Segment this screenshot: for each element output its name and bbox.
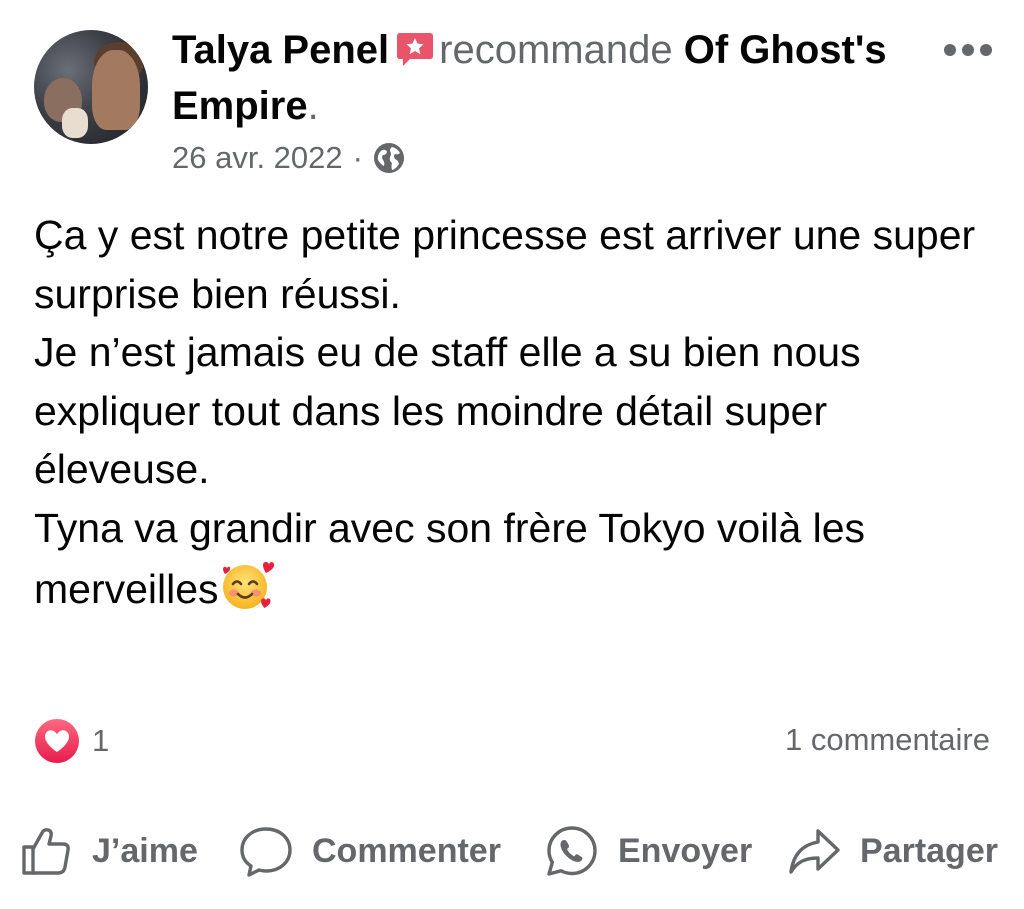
post-paragraph-last: Tyna va grandir avec son frère Tokyo voi… [34, 499, 994, 619]
action-bar: J’aime Commenter Envoyer Partager [0, 816, 1024, 886]
header-period: . [307, 84, 319, 128]
avatar[interactable] [34, 30, 148, 144]
post-text: Ça y est notre petite princesse est arri… [34, 206, 994, 619]
like-button[interactable]: J’aime [18, 816, 198, 886]
send-label: Envoyer [618, 831, 753, 870]
smiling-face-with-hearts-emoji [222, 562, 274, 609]
comment-label: Commenter [312, 831, 501, 870]
share-button[interactable]: Partager [786, 816, 998, 886]
post-card: Talya Penel recommande Of Ghost's Empire… [0, 0, 1024, 909]
more-horizontal-icon [944, 44, 956, 56]
reaction-summary[interactable]: 1 [34, 718, 109, 764]
avatar-photo-detail [92, 50, 140, 130]
send-button[interactable]: Envoyer [544, 816, 752, 886]
recommend-star-icon [397, 33, 434, 66]
post-paragraph: Je n’est jamais eu de staff elle a su bi… [34, 329, 861, 492]
post-paragraph: Tyna va grandir avec son frère Tokyo voi… [34, 504, 866, 613]
more-horizontal-icon [980, 44, 992, 56]
post-meta: 26 avr. 2022 · [172, 140, 405, 176]
share-label: Partager [860, 831, 998, 870]
like-label: J’aime [92, 831, 198, 870]
recommend-verb: recommande [439, 28, 673, 72]
meta-separator: · [352, 140, 363, 175]
post-date[interactable]: 26 avr. 2022 [172, 140, 343, 176]
author-name[interactable]: Talya Penel [172, 28, 389, 72]
post-header: Talya Penel recommande Of Ghost's Empire… [172, 22, 932, 134]
avatar-photo-detail [62, 108, 88, 138]
more-horizontal-icon [962, 44, 974, 56]
comment-button[interactable]: Commenter [238, 816, 501, 886]
comments-count-link[interactable]: 1 commentaire [785, 722, 990, 758]
globe-icon [373, 143, 404, 173]
reaction-count: 1 [92, 723, 110, 758]
whatsapp-icon [547, 826, 597, 876]
thumbs-up-icon [22, 828, 70, 875]
post-paragraph: Ça y est notre petite princesse est arri… [34, 212, 976, 317]
share-arrow-icon [789, 829, 840, 874]
more-options-button[interactable] [940, 40, 996, 60]
comment-bubble-icon [240, 827, 292, 877]
heart-reaction-icon [35, 719, 79, 763]
